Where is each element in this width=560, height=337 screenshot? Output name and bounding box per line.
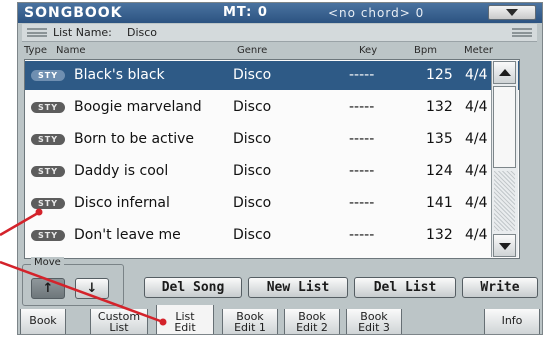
tab-list-edit[interactable]: List Edit xyxy=(156,305,214,334)
scrollbar-thumb[interactable] xyxy=(493,86,516,168)
column-header-name[interactable]: Name xyxy=(56,45,86,56)
page-menu-button[interactable] xyxy=(488,5,536,20)
del-list-button[interactable]: Del List xyxy=(354,277,456,298)
table-row[interactable]: STY Disco infernal Disco ----- 141 4/4 xyxy=(25,189,519,218)
scroll-up-button[interactable] xyxy=(493,61,516,84)
song-meter: 4/4 xyxy=(465,99,488,115)
table-row[interactable]: STY Born to be active Disco ----- 135 4/… xyxy=(25,125,519,154)
del-song-button[interactable]: Del Song xyxy=(144,277,242,298)
new-list-button[interactable]: New List xyxy=(248,277,348,298)
table-row[interactable]: STY Don't leave me Disco ----- 132 4/4 xyxy=(25,221,519,250)
style-type-badge: STY xyxy=(31,70,65,81)
list-name-value[interactable]: Disco xyxy=(127,26,157,39)
style-type-badge: STY xyxy=(31,102,65,113)
tab-bar: Book Custom List List Edit Book Edit 1 B… xyxy=(18,305,542,334)
column-header-meter[interactable]: Meter xyxy=(464,45,493,56)
column-header-type[interactable]: Type xyxy=(24,45,47,56)
style-type-badge: STY xyxy=(31,134,65,145)
song-bpm: 141 xyxy=(426,195,453,211)
table-row-selected[interactable]: STY Black's black Disco ----- 125 4/4 xyxy=(25,61,519,90)
song-genre: Disco xyxy=(233,67,272,83)
song-genre: Disco xyxy=(233,195,272,211)
songbook-screen: SONGBOOK MT: 0 <no chord> 0 List Name: D… xyxy=(17,2,543,335)
song-genre: Disco xyxy=(233,227,272,243)
song-name: Don't leave me xyxy=(74,227,181,243)
song-key: ----- xyxy=(349,163,375,179)
scroll-down-button[interactable] xyxy=(493,234,516,257)
song-bpm: 135 xyxy=(426,131,453,147)
title-bar: SONGBOOK MT: 0 <no chord> 0 xyxy=(18,3,542,23)
song-name: Black's black xyxy=(74,67,165,83)
list-name-label: List Name: xyxy=(53,26,112,39)
style-type-badge: STY xyxy=(31,198,65,209)
song-genre: Disco xyxy=(233,163,272,179)
triangle-up-icon xyxy=(499,69,511,76)
column-headers: Type Name Genre Key Bpm Meter xyxy=(18,42,542,59)
tab-label: List xyxy=(109,321,129,334)
write-button[interactable]: Write xyxy=(462,277,538,298)
song-meter: 4/4 xyxy=(465,131,488,147)
chevron-down-icon xyxy=(506,9,518,16)
song-name: Boogie marveland xyxy=(74,99,202,115)
triangle-down-icon xyxy=(499,243,511,250)
move-label: Move xyxy=(31,257,64,268)
tab-book[interactable]: Book xyxy=(20,309,66,334)
song-genre: Disco xyxy=(233,131,272,147)
table-row[interactable]: STY Daddy is cool Disco ----- 124 4/4 xyxy=(25,157,519,186)
column-header-key[interactable]: Key xyxy=(359,45,377,56)
drag-handle-icon xyxy=(512,28,532,37)
song-bpm: 132 xyxy=(426,227,453,243)
list-name-bar: List Name: Disco xyxy=(22,24,537,42)
song-name: Daddy is cool xyxy=(74,163,169,179)
tab-label: Edit 3 xyxy=(358,321,390,334)
tab-label: Edit 1 xyxy=(234,321,266,334)
song-meter: 4/4 xyxy=(465,163,488,179)
song-meter: 4/4 xyxy=(465,67,488,83)
drag-handle-icon xyxy=(27,28,47,37)
tab-label: Edit xyxy=(174,321,196,334)
move-group: Move ↑ ↓ xyxy=(22,257,124,306)
style-type-badge: STY xyxy=(31,166,65,177)
style-type-badge: STY xyxy=(31,230,65,241)
column-header-genre[interactable]: Genre xyxy=(237,45,267,56)
chord-readout: <no chord> 0 xyxy=(328,6,425,20)
song-key: ----- xyxy=(349,131,375,147)
song-bpm: 125 xyxy=(426,67,453,83)
tab-label: Edit 2 xyxy=(296,321,328,334)
scrollbar-track[interactable] xyxy=(494,171,515,231)
song-genre: Disco xyxy=(233,99,272,115)
song-meter: 4/4 xyxy=(465,227,488,243)
list-scrollbar[interactable] xyxy=(491,61,518,257)
arrow-up-icon: ↑ xyxy=(42,281,54,296)
song-bpm: 132 xyxy=(426,99,453,115)
tab-custom-list[interactable]: Custom List xyxy=(90,309,148,334)
song-name: Born to be active xyxy=(74,131,195,147)
tab-book-edit-1[interactable]: Book Edit 1 xyxy=(222,309,278,334)
tab-label: Info xyxy=(501,314,523,327)
master-transpose-readout: MT: 0 xyxy=(223,5,268,20)
song-key: ----- xyxy=(349,67,375,83)
move-down-button[interactable]: ↓ xyxy=(75,278,109,299)
arrow-down-icon: ↓ xyxy=(86,281,98,296)
song-list: STY Black's black Disco ----- 125 4/4 ST… xyxy=(24,59,520,259)
column-header-bpm[interactable]: Bpm xyxy=(414,45,437,56)
table-row[interactable]: STY Boogie marveland Disco ----- 132 4/4 xyxy=(25,93,519,122)
tab-info[interactable]: Info xyxy=(484,309,540,334)
move-up-button[interactable]: ↑ xyxy=(31,278,65,299)
song-key: ----- xyxy=(349,195,375,211)
tab-book-edit-3[interactable]: Book Edit 3 xyxy=(346,309,402,334)
song-key: ----- xyxy=(349,227,375,243)
song-name: Disco infernal xyxy=(74,195,170,211)
tab-book-edit-2[interactable]: Book Edit 2 xyxy=(284,309,340,334)
tab-label: Book xyxy=(29,314,57,327)
song-meter: 4/4 xyxy=(465,195,488,211)
song-bpm: 124 xyxy=(426,163,453,179)
song-key: ----- xyxy=(349,99,375,115)
page-title: SONGBOOK xyxy=(24,5,123,21)
